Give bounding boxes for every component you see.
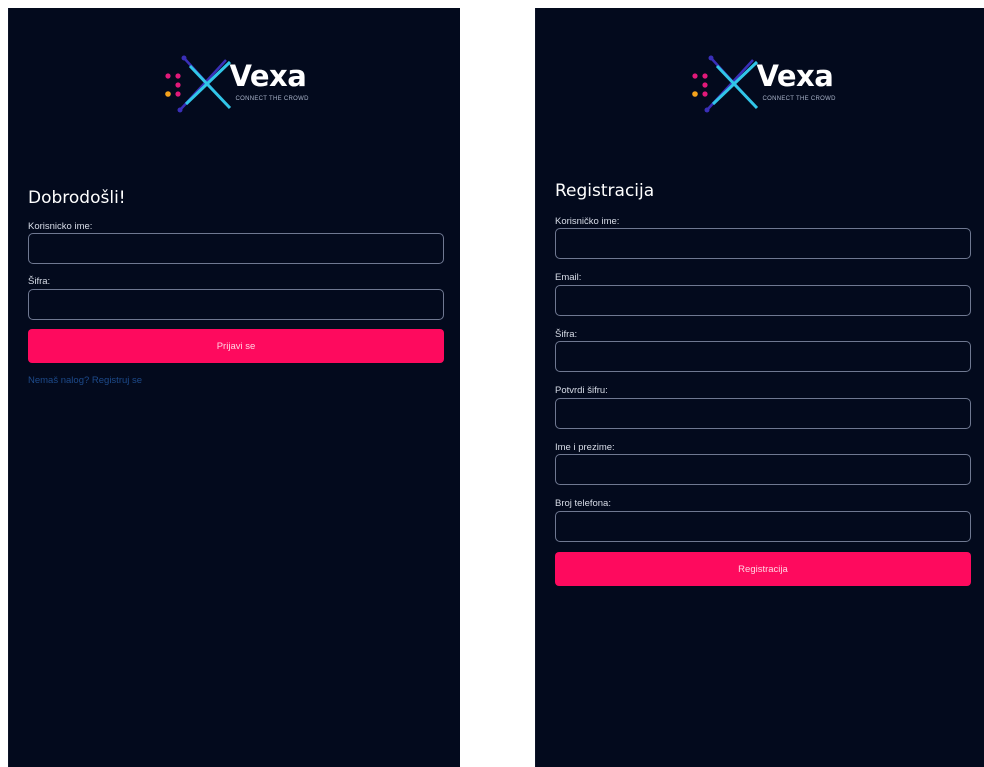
username-label: Korisničko ime: xyxy=(555,216,620,227)
username-input[interactable] xyxy=(28,233,444,264)
vexa-logo-mark-icon xyxy=(691,55,758,113)
logo-tagline: CONNECT THE CROWD xyxy=(762,96,836,102)
confirm-password-input[interactable] xyxy=(555,398,971,429)
login-button[interactable]: Prijavi se xyxy=(28,329,444,363)
page-title: Registracija xyxy=(555,181,655,201)
phone-input[interactable] xyxy=(555,511,971,542)
password-label: Šifra: xyxy=(555,329,578,340)
app-logo: Vexa CONNECT THE CROWD xyxy=(9,48,460,118)
app-logo: Vexa CONNECT THE CROWD xyxy=(536,48,984,118)
full-name-label: Ime i prezime: xyxy=(555,442,615,453)
email-label: Email: xyxy=(555,272,582,283)
password-input[interactable] xyxy=(28,289,444,320)
username-label: Korisnicko ime: xyxy=(28,221,93,232)
register-link[interactable]: Nemaš nalog? Registruj se xyxy=(28,375,142,386)
username-input[interactable] xyxy=(555,228,971,259)
password-label: Šifra: xyxy=(28,276,51,287)
confirm-password-label: Potvrdi šifru: xyxy=(555,385,608,396)
logo-wordmark: Vexa xyxy=(229,59,307,93)
logo-wordmark: Vexa xyxy=(756,59,834,93)
register-button[interactable]: Registracija xyxy=(555,552,971,586)
login-screen: Vexa CONNECT THE CROWD Dobrodošli! Koris… xyxy=(8,8,460,767)
email-input[interactable] xyxy=(555,285,971,316)
password-input[interactable] xyxy=(555,341,971,372)
phone-label: Broj telefona: xyxy=(555,498,611,509)
registration-screen: Vexa CONNECT THE CROWD Registracija Kori… xyxy=(535,8,984,767)
page-title: Dobrodošli! xyxy=(28,188,126,208)
vexa-logo-mark-icon xyxy=(164,55,231,113)
full-name-input[interactable] xyxy=(555,454,971,485)
logo-tagline: CONNECT THE CROWD xyxy=(235,96,309,102)
